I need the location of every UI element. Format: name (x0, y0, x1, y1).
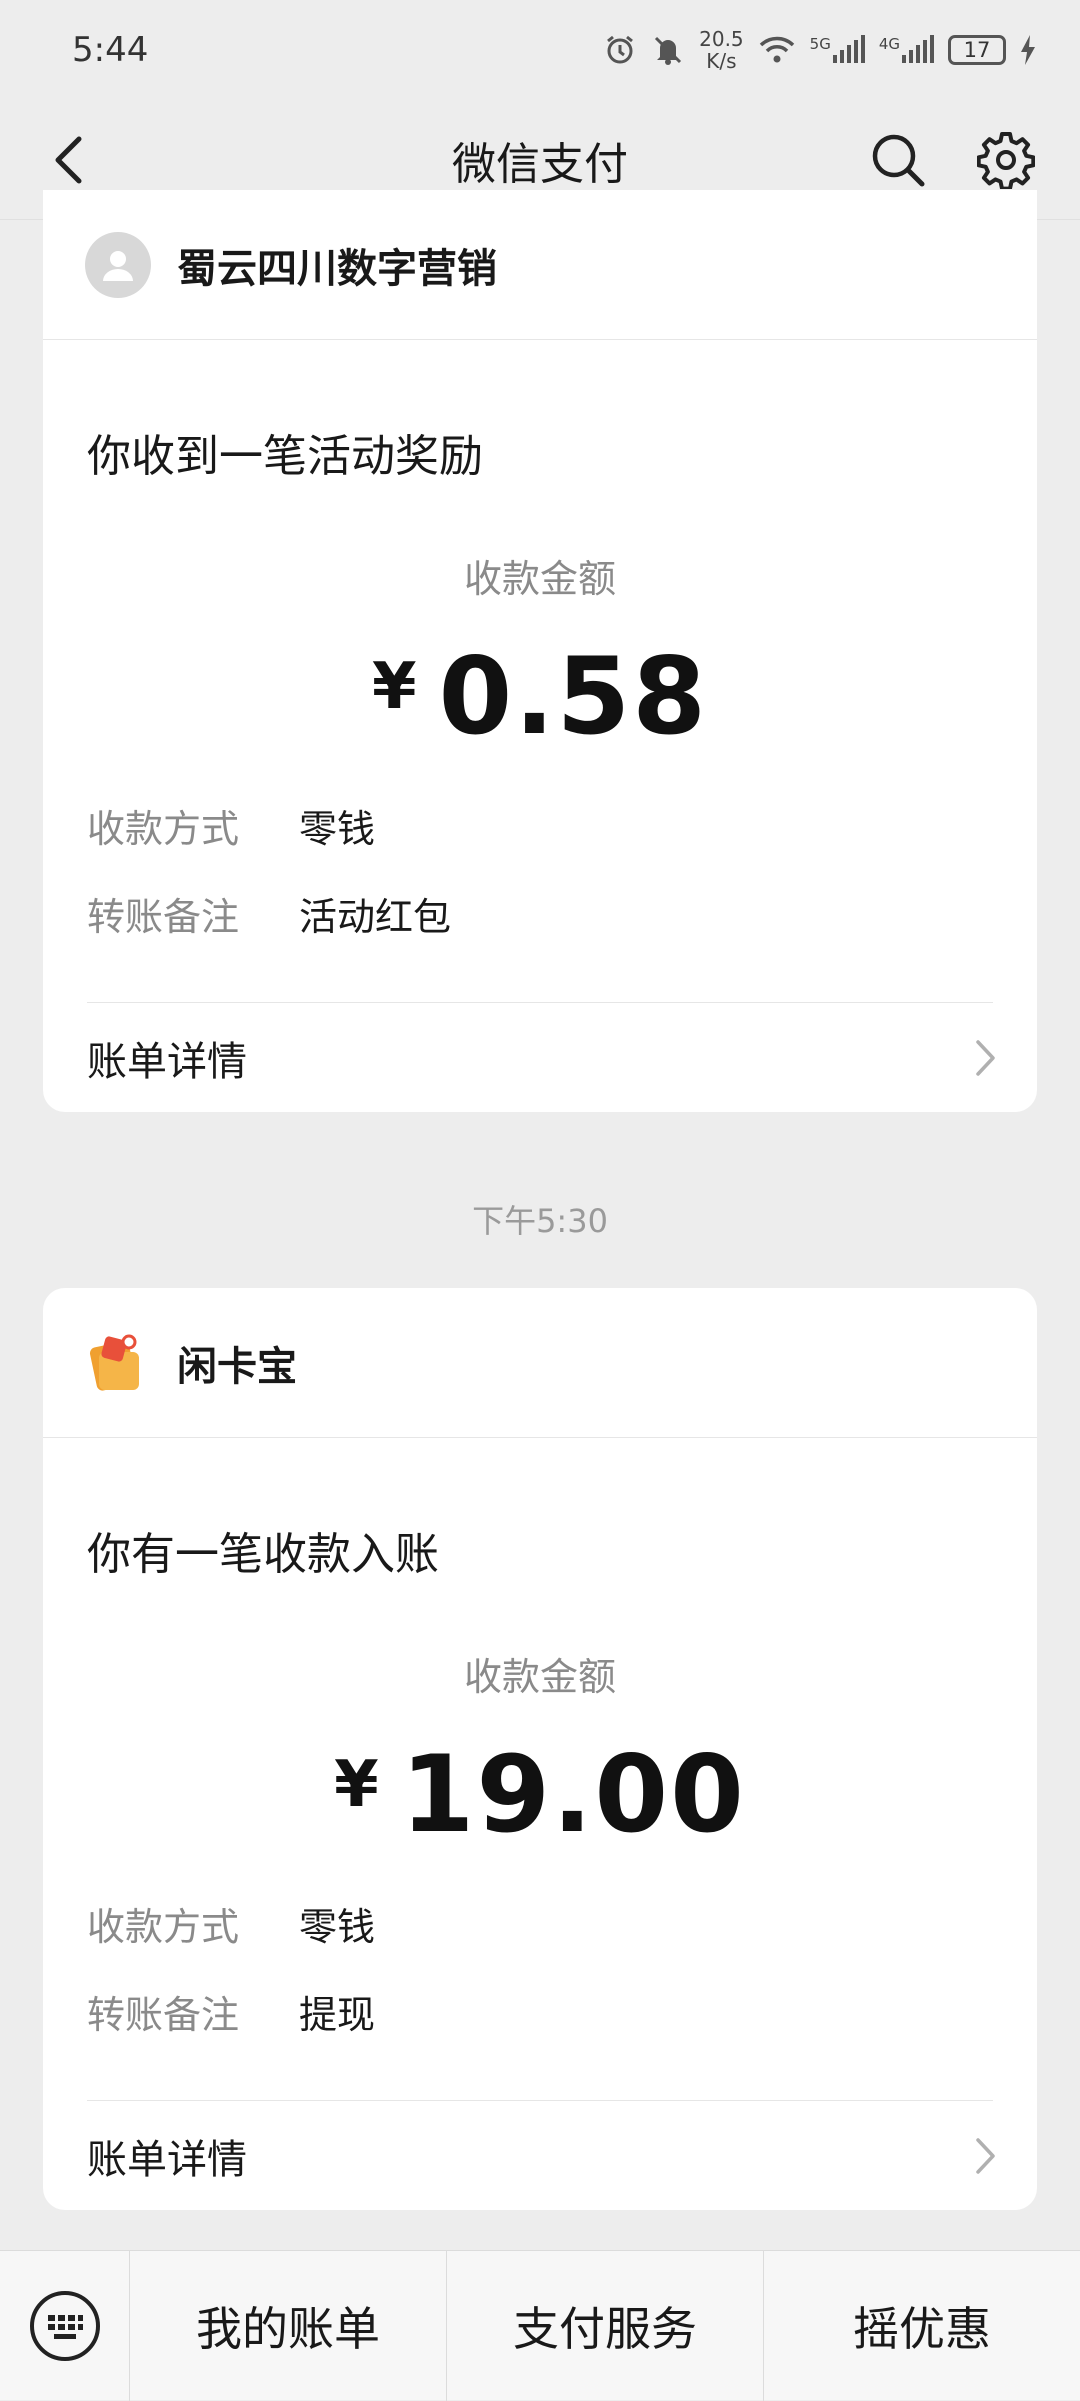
currency-symbol: ¥ (371, 650, 417, 724)
merchant-name: 蜀云四川数字营销 (177, 245, 497, 292)
charging-icon (1020, 35, 1036, 65)
payment-method-value: 零钱 (299, 807, 376, 851)
payment-method-value: 零钱 (299, 1905, 376, 1949)
status-bar: 5:44 20.5 K/s 5G 4G 17 (0, 0, 1080, 100)
amount-display: ¥ 0.58 (43, 638, 1037, 756)
mute-bell-icon (651, 33, 685, 67)
bottom-menu-bar: 我的账单 支付服务 摇优惠 (0, 2250, 1080, 2401)
card-header[interactable]: 闲卡宝 (43, 1288, 1037, 1438)
gear-icon (977, 132, 1035, 189)
amount-label: 收款金额 (463, 1655, 616, 1699)
menu-payment-services[interactable]: 支付服务 (447, 2250, 764, 2401)
bill-details-label: 账单详情 (87, 2137, 247, 2183)
amount-value: 19.00 (400, 1733, 746, 1856)
card-title: 你有一笔收款入账 (87, 1529, 439, 1580)
transfer-note-row: 转账备注 提现 (87, 1984, 375, 2039)
payment-method-key: 收款方式 (87, 1905, 240, 1949)
payment-method-key: 收款方式 (87, 807, 240, 851)
cell-signal-icon-1: 5G (810, 35, 865, 65)
net-speed-value: 20.5 (699, 27, 744, 51)
wifi-icon (758, 34, 796, 66)
bill-details-link[interactable]: 账单详情 (87, 2101, 997, 2211)
search-icon (872, 134, 925, 187)
amount-display: ¥ 19.00 (43, 1736, 1037, 1854)
chevron-right-icon (976, 2138, 995, 2174)
status-icons: 20.5 K/s 5G 4G 17 (603, 28, 1036, 72)
network-speed: 20.5 K/s (699, 28, 744, 72)
back-button[interactable] (38, 130, 98, 190)
amount-label: 收款金额 (463, 557, 616, 601)
chevron-left-icon (55, 136, 82, 184)
settings-button[interactable] (972, 126, 1040, 194)
payment-method-row: 收款方式 零钱 (87, 1896, 375, 1951)
currency-symbol: ¥ (334, 1748, 379, 1822)
battery-indicator: 17 (948, 35, 1006, 65)
transfer-note-key: 转账备注 (87, 1993, 240, 2037)
signal-2-label: 4G (878, 35, 900, 53)
chevron-right-icon (976, 1040, 995, 1076)
avatar (85, 231, 151, 298)
menu-my-bills[interactable]: 我的账单 (130, 2250, 447, 2401)
transfer-note-key: 转账备注 (87, 895, 240, 939)
message-timestamp: 下午5:30 (472, 1202, 608, 1240)
alarm-icon (603, 33, 637, 67)
keyboard-toggle-button[interactable] (0, 2250, 130, 2401)
payment-method-row: 收款方式 零钱 (87, 798, 375, 853)
menu-shake-offers[interactable]: 摇优惠 (764, 2251, 1080, 2401)
payment-card-2[interactable]: 闲卡宝 你有一笔收款入账 收款金额 ¥ 19.00 收款方式 零钱 转账备注 提… (43, 1288, 1037, 2210)
card-header[interactable]: 蜀云四川数字营销 (43, 190, 1037, 340)
transfer-note-row: 转账备注 活动红包 (87, 886, 451, 941)
transfer-note-value: 提现 (299, 1993, 376, 2037)
user-icon (103, 250, 133, 281)
bill-details-link[interactable]: 账单详情 (87, 1003, 997, 1113)
bill-details-label: 账单详情 (87, 1039, 247, 1085)
search-button[interactable] (864, 126, 932, 194)
keyboard-icon (29, 2290, 100, 2361)
signal-1-label: 5G (809, 35, 831, 53)
merchant-name: 闲卡宝 (177, 1343, 297, 1390)
net-speed-unit: K/s (706, 49, 737, 73)
cell-signal-icon-2: 4G (879, 35, 934, 65)
card-title: 你收到一笔活动奖励 (87, 431, 483, 482)
page-title: 微信支付 (452, 138, 628, 190)
amount-value: 0.58 (438, 635, 709, 758)
transfer-note-value: 活动红包 (299, 895, 452, 939)
payment-card-1[interactable]: 蜀云四川数字营销 你收到一笔活动奖励 收款金额 ¥ 0.58 收款方式 零钱 转… (43, 190, 1037, 1112)
wallet-logo-icon (89, 1334, 139, 1391)
status-time: 5:44 (72, 30, 149, 70)
